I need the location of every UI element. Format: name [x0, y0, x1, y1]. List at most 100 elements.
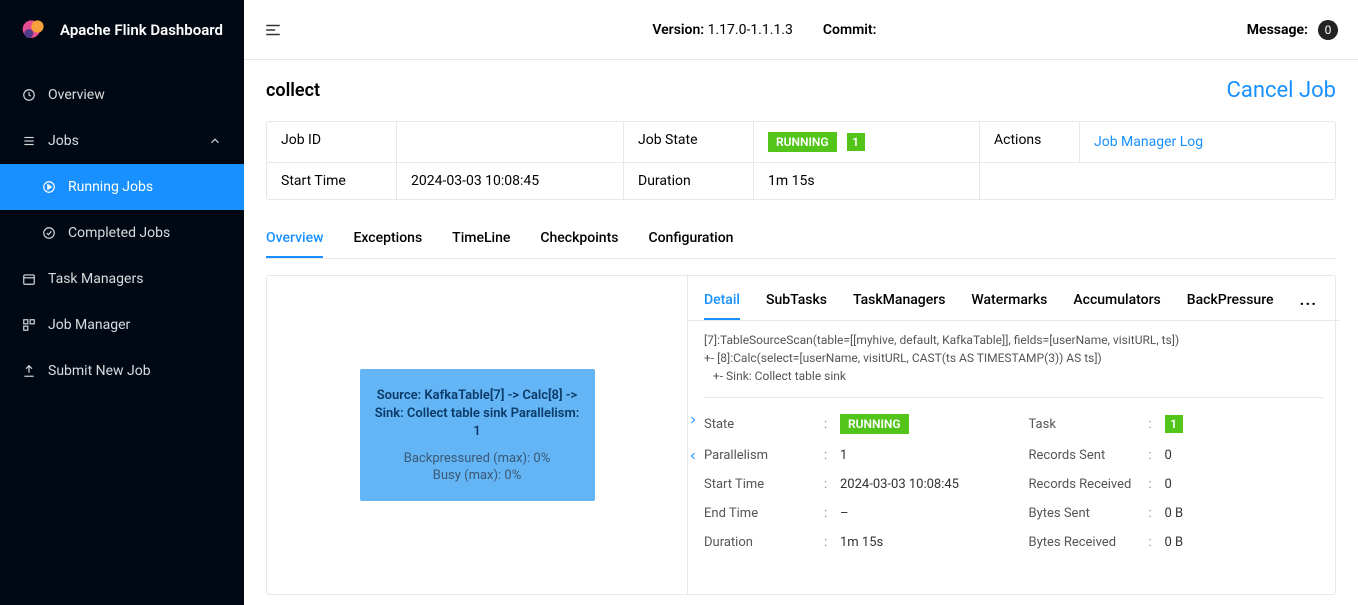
- sidebar-item-submit-new-job[interactable]: Submit New Job: [0, 348, 244, 394]
- info-value: [1080, 163, 1335, 199]
- detail-kv-grid: State:RUNNING Task:1 Parallelism:1 Recor…: [704, 414, 1323, 564]
- job-manager-log-link[interactable]: Job Manager Log: [1094, 134, 1203, 150]
- sidebar-item-jobs[interactable]: Jobs: [0, 118, 244, 164]
- detail-tab-backpressure[interactable]: BackPressure: [1187, 286, 1274, 320]
- task-count-badge: 1: [1165, 415, 1183, 433]
- sidebar: Apache Flink Dashboard Overview Jobs Run…: [0, 0, 244, 605]
- kv-bytes-received: Bytes Received:0 B: [1029, 535, 1324, 550]
- pane-divider-controls: [687, 411, 699, 459]
- kv-task: Task:1: [1029, 414, 1324, 434]
- build-icon: [22, 318, 36, 332]
- info-label: Job ID: [267, 122, 397, 162]
- sidebar-item-label: Submit New Job: [48, 363, 151, 379]
- info-cell-job-state: Job State RUNNING 1: [623, 122, 979, 163]
- brand-title: Apache Flink Dashboard: [60, 21, 223, 39]
- sidebar-item-label: Overview: [48, 87, 105, 103]
- overview-panel: Source: KafkaTable[7] -> Calc[8] -> Sink…: [266, 275, 1336, 595]
- detail-plan-text: [7]:TableSourceScan(table=[[myhive, defa…: [704, 331, 1323, 385]
- page-head: collect Cancel Job: [266, 78, 1336, 103]
- divider: [704, 397, 1323, 398]
- kv-records-received: Records Received:0: [1029, 477, 1324, 492]
- info-cell-actions: Actions Job Manager Log: [979, 122, 1335, 163]
- graph-node[interactable]: Source: KafkaTable[7] -> Calc[8] -> Sink…: [360, 369, 595, 502]
- detail-tabs-more-icon[interactable]: ···: [1300, 294, 1323, 313]
- detail-pane: Detail SubTasks TaskManagers Watermarks …: [687, 276, 1339, 594]
- check-circle-icon: [42, 226, 56, 240]
- tab-timeline[interactable]: TimeLine: [452, 220, 510, 258]
- kv-state: State:RUNNING: [704, 414, 999, 434]
- graph-pane: Source: KafkaTable[7] -> Calc[8] -> Sink…: [267, 276, 687, 594]
- info-cell-empty: [979, 163, 1335, 199]
- info-value: Job Manager Log: [1080, 122, 1335, 162]
- info-cell-job-id: Job ID: [267, 122, 623, 163]
- content: collect Cancel Job Job ID Job State RUNN…: [244, 60, 1358, 605]
- kv-records-sent: Records Sent:0: [1029, 448, 1324, 463]
- sidebar-item-label: Completed Jobs: [68, 225, 170, 241]
- info-label: [980, 163, 1080, 199]
- job-info-table: Job ID Job State RUNNING 1 Actions Job M…: [266, 121, 1336, 200]
- info-label: Duration: [624, 163, 754, 199]
- kv-parallelism: Parallelism:1: [704, 448, 999, 463]
- kv-duration: Duration:1m 15s: [704, 535, 999, 550]
- graph-node-busy: Busy (max): 0%: [370, 468, 585, 483]
- sidebar-item-running-jobs[interactable]: Running Jobs: [0, 164, 244, 210]
- info-cell-duration: Duration 1m 15s: [623, 163, 979, 199]
- info-value: [397, 122, 623, 162]
- tab-exceptions[interactable]: Exceptions: [353, 220, 422, 258]
- graph-node-backpressure: Backpressured (max): 0%: [370, 451, 585, 466]
- graph-node-title: Source: KafkaTable[7] -> Calc[8] -> Sink…: [370, 387, 585, 442]
- info-value: 2024-03-03 10:08:45: [397, 163, 623, 199]
- info-value: RUNNING 1: [754, 122, 979, 162]
- info-label: Start Time: [267, 163, 397, 199]
- kv-bytes-sent: Bytes Sent:0 B: [1029, 506, 1324, 521]
- status-badge-running: RUNNING: [768, 132, 837, 152]
- tab-overview[interactable]: Overview: [266, 220, 323, 258]
- nav: Overview Jobs Running Jobs Completed Job…: [0, 60, 244, 394]
- detail-tab-subtasks[interactable]: SubTasks: [766, 286, 827, 320]
- upload-icon: [22, 364, 36, 378]
- sidebar-item-overview[interactable]: Overview: [0, 72, 244, 118]
- main: Version: 1.17.0-1.1.1.3 Commit: Message:…: [244, 0, 1358, 605]
- dashboard-icon: [22, 88, 36, 102]
- topbar-info: Version: 1.17.0-1.1.1.3 Commit:: [312, 22, 1217, 38]
- detail-tab-detail[interactable]: Detail: [704, 286, 740, 320]
- tab-configuration[interactable]: Configuration: [648, 220, 733, 258]
- message-label: Message:: [1247, 22, 1308, 38]
- chevron-left-icon[interactable]: [687, 447, 699, 459]
- sidebar-item-completed-jobs[interactable]: Completed Jobs: [0, 210, 244, 256]
- sidebar-item-label: Jobs: [48, 133, 79, 149]
- cancel-job-link[interactable]: Cancel Job: [1227, 78, 1336, 103]
- detail-tab-taskmanagers[interactable]: TaskManagers: [853, 286, 945, 320]
- sidebar-item-label: Running Jobs: [68, 179, 153, 195]
- status-badge-running: RUNNING: [840, 414, 909, 434]
- menu-fold-icon[interactable]: [264, 21, 282, 39]
- info-cell-start-time: Start Time 2024-03-03 10:08:45: [267, 163, 623, 199]
- detail-tabs: Detail SubTasks TaskManagers Watermarks …: [688, 276, 1339, 321]
- tab-checkpoints[interactable]: Checkpoints: [540, 220, 618, 258]
- list-icon: [22, 134, 36, 148]
- topbar: Version: 1.17.0-1.1.1.3 Commit: Message:…: [244, 0, 1358, 60]
- kv-start-time: Start Time:2024-03-03 10:08:45: [704, 477, 999, 492]
- version-block: Version: 1.17.0-1.1.1.3: [652, 22, 793, 38]
- sidebar-item-job-manager[interactable]: Job Manager: [0, 302, 244, 348]
- brand: Apache Flink Dashboard: [0, 0, 244, 60]
- sidebar-item-task-managers[interactable]: Task Managers: [0, 256, 244, 302]
- job-tabs: Overview Exceptions TimeLine Checkpoints…: [266, 220, 1336, 259]
- detail-tab-accumulators[interactable]: Accumulators: [1073, 286, 1160, 320]
- detail-tab-watermarks[interactable]: Watermarks: [971, 286, 1047, 320]
- detail-body: [7]:TableSourceScan(table=[[myhive, defa…: [688, 321, 1339, 574]
- info-label: Actions: [980, 122, 1080, 162]
- status-count-badge: 1: [847, 133, 865, 151]
- commit-block: Commit:: [823, 22, 877, 38]
- chevron-right-icon[interactable]: [687, 411, 699, 423]
- flink-logo-icon: [20, 16, 48, 44]
- play-circle-icon: [42, 180, 56, 194]
- message-count-badge[interactable]: 0: [1318, 20, 1338, 40]
- calendar-icon: [22, 272, 36, 286]
- chevron-up-icon: [208, 134, 222, 148]
- info-value: 1m 15s: [754, 163, 979, 199]
- page-title: collect: [266, 80, 320, 101]
- sidebar-item-label: Job Manager: [48, 317, 130, 333]
- sidebar-item-label: Task Managers: [48, 271, 143, 287]
- kv-end-time: End Time:–: [704, 506, 999, 521]
